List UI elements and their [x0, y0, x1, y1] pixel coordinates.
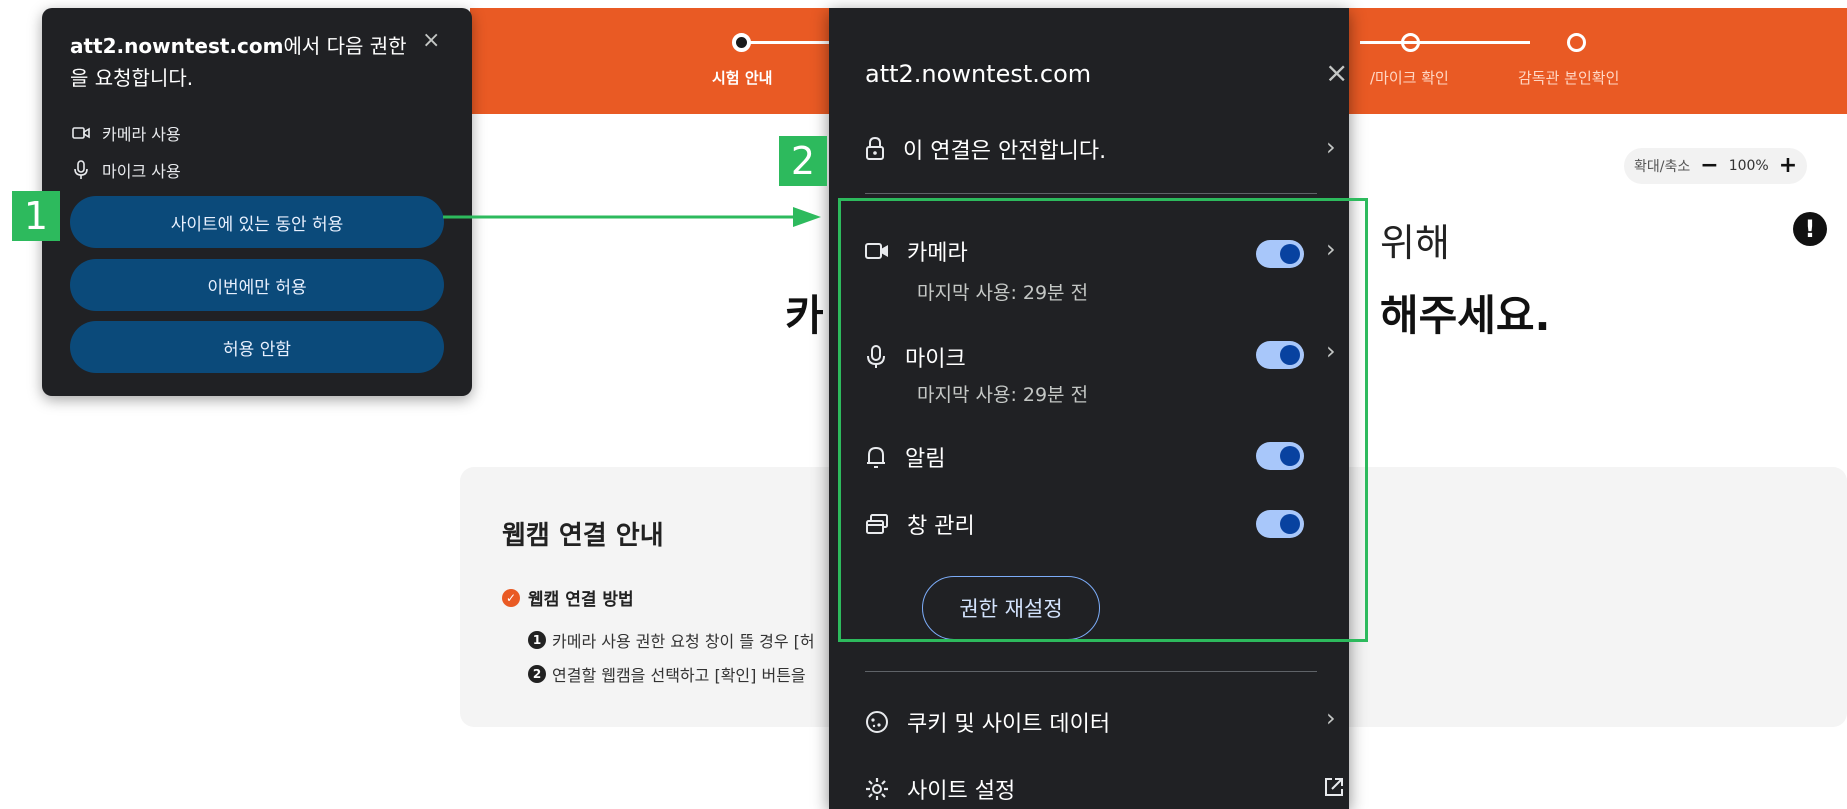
guide-step-2: 2 연결할 웹캠을 선택하고 [확인] 버튼을	[528, 662, 806, 686]
site-settings-row[interactable]: 사이트 설정	[865, 773, 1015, 805]
step-label-exam-guide: 시험 안내	[712, 69, 773, 87]
step-dot	[1567, 33, 1586, 52]
step-dot-active	[732, 33, 751, 52]
number-badge: 2	[528, 665, 546, 683]
exclamation-icon[interactable]: !	[1793, 212, 1827, 246]
video-camera-icon	[72, 126, 90, 140]
site-host: att2.nowntest.com	[865, 60, 1092, 88]
connection-secure-label: 이 연결은 안전합니다.	[903, 139, 1107, 164]
deny-button[interactable]: 허용 안함	[70, 321, 444, 373]
divider	[865, 671, 1317, 672]
gear-icon	[865, 777, 889, 801]
hero-line2-left: 카	[785, 291, 824, 340]
zoom-control: 확대/축소 − 100% +	[1624, 148, 1808, 184]
open-external-icon[interactable]	[1323, 776, 1345, 798]
cookies-site-data-row[interactable]: 쿠키 및 사이트 데이터	[865, 706, 1110, 738]
chevron-right-icon[interactable]: ›	[1326, 133, 1336, 161]
guide-title: 웹캠 연결 안내	[502, 521, 664, 551]
number-badge: 1	[528, 631, 546, 649]
permission-request-title: att2.nowntest.com에서 다음 권한을 요청합니다.	[70, 30, 410, 94]
zoom-out-button[interactable]: −	[1700, 155, 1718, 177]
zoom-label: 확대/축소	[1634, 159, 1691, 175]
highlight-box	[838, 198, 1368, 642]
microphone-icon	[72, 160, 90, 180]
zoom-in-button[interactable]: +	[1779, 155, 1797, 177]
annotation-badge-2: 2	[779, 136, 827, 186]
permission-mic-label: 마이크 사용	[102, 162, 181, 181]
allow-this-time-button[interactable]: 이번에만 허용	[70, 259, 444, 311]
connection-secure-row[interactable]: 이 연결은 안전합니다.	[865, 133, 1106, 165]
lock-icon	[865, 137, 885, 161]
hero-line1: 위해	[1380, 221, 1450, 265]
site-settings-label: 사이트 설정	[907, 779, 1016, 804]
step-label-proctor-id: 감독관 본인확인	[1518, 69, 1620, 87]
guide-step-text: 연결할 웹캠을 선택하고 [확인] 버튼을	[552, 666, 806, 685]
close-button[interactable]: ×	[1325, 56, 1348, 89]
guide-step-text: 카메라 사용 권한 요청 창이 뜰 경우 [허	[552, 632, 815, 651]
hero-line2-right: 해주세요.	[1380, 291, 1551, 340]
allow-while-on-site-button[interactable]: 사이트에 있는 동안 허용	[70, 196, 444, 248]
chevron-right-icon[interactable]: ›	[1326, 704, 1336, 732]
cookie-icon	[865, 710, 889, 734]
zoom-value: 100%	[1728, 158, 1769, 174]
step-connector	[1360, 41, 1530, 44]
guide-step-1: 1 카메라 사용 권한 요청 창이 뜰 경우 [허	[528, 628, 815, 652]
step-label-cam-mic: /마이크 확인	[1370, 69, 1449, 87]
cookies-label: 쿠키 및 사이트 데이터	[907, 712, 1111, 737]
close-button[interactable]: ×	[422, 28, 440, 53]
permission-camera: 카메라 사용	[72, 121, 181, 145]
divider	[865, 193, 1317, 194]
annotation-arrow	[443, 207, 821, 227]
guide-subtitle-text: 웹캠 연결 방법	[528, 590, 634, 610]
permission-request-popup: att2.nowntest.com에서 다음 권한을 요청합니다. × 카메라 …	[42, 8, 472, 396]
step-dot	[1401, 33, 1420, 52]
annotation-badge-1: 1	[12, 191, 60, 241]
permission-camera-label: 카메라 사용	[102, 125, 181, 144]
permission-mic: 마이크 사용	[72, 158, 181, 182]
check-icon: ✓	[502, 588, 520, 607]
guide-subtitle: ✓ 웹캠 연결 방법	[502, 585, 634, 610]
popup-domain: att2.nowntest.com	[70, 34, 284, 58]
